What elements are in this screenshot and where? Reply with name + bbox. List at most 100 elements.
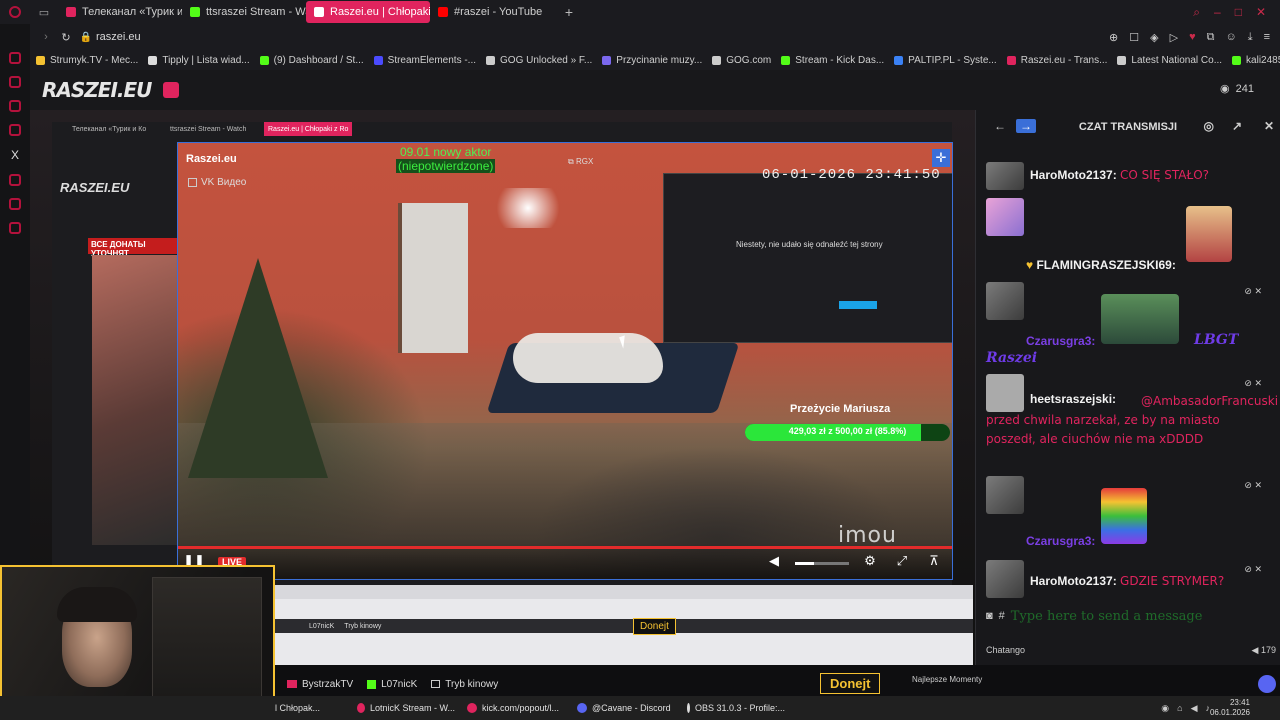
maximize-icon[interactable]: □ [1235, 5, 1242, 20]
message-actions-icon[interactable]: ⊘ ✕ [1244, 480, 1262, 491]
network-icon[interactable]: ⌂ [1177, 703, 1182, 714]
site-logo[interactable]: RASZEI.EU [42, 78, 152, 102]
profile-icon[interactable]: ☺ [1225, 31, 1236, 44]
bookmark-icon[interactable]: ☐ [1129, 31, 1139, 44]
speaker-icon[interactable]: ◀ [1191, 703, 1198, 714]
heart-icon[interactable]: ♥ [1189, 31, 1196, 44]
shield-icon[interactable]: ◈ [1150, 31, 1158, 44]
bystrzaktv-link[interactable]: BystrzakTV [287, 679, 353, 690]
chat-username[interactable]: FLAMINGRASZEJSKI69: [1036, 258, 1175, 272]
video-player[interactable]: Niestety, nie udało się odnaleźć tej str… [177, 142, 953, 580]
bookmark-item[interactable]: Stream - Kick Das... [781, 55, 884, 66]
discord-widget-icon[interactable] [1258, 675, 1276, 693]
chrome-tray-icon[interactable]: ◉ [1161, 703, 1169, 714]
bookmark-item[interactable]: Latest National Co... [1117, 55, 1222, 66]
sidebar-panel-icon[interactable] [9, 124, 21, 136]
browser-menu-icon[interactable] [0, 6, 30, 18]
taskbar-item[interactable]: l Chłopak... [0, 703, 351, 713]
taskbar-clock[interactable]: 23:41 06.01.2026 [1210, 698, 1250, 718]
minimize-icon[interactable]: – [1214, 5, 1221, 20]
extensions-icon[interactable]: ⧉ [1207, 31, 1215, 44]
fullscreen-icon[interactable]: ⤢ [894, 553, 910, 569]
search-tabs-icon[interactable]: ⌕ [1193, 5, 1200, 20]
discord-icon[interactable]: ◎ [1204, 119, 1214, 133]
browser-tab-4[interactable]: #raszei - YouTube [430, 1, 554, 23]
overlay-announcement-line2: (niepotwierdzone) [396, 159, 496, 173]
dock-icon[interactable]: ⊼ [926, 553, 942, 569]
sidebar-panel-icon[interactable] [9, 198, 21, 210]
sidebar-panel-icon[interactable] [9, 174, 21, 186]
chat-username[interactable]: Czarusgra3: [1026, 534, 1095, 548]
camera-icon[interactable]: ◙ [986, 610, 993, 622]
chat-emote [1186, 206, 1232, 262]
volume-icon[interactable]: ◀ [766, 553, 782, 569]
sidebar-panel-icon[interactable] [9, 100, 21, 112]
x-twitter-icon[interactable]: X [11, 148, 19, 162]
close-window-icon[interactable]: ✕ [1256, 5, 1266, 20]
eye-icon: ◉ [1220, 83, 1230, 95]
chat-forward-icon[interactable]: → [1016, 119, 1036, 133]
najlepsze-momenty-button[interactable]: Najlepsze Momenty [912, 675, 982, 684]
bookmark-item[interactable]: GOG.com [712, 55, 771, 66]
reload-icon[interactable]: ↻ [56, 31, 76, 44]
bookmark-label: Stream - Kick Das... [795, 54, 885, 66]
move-handle-icon[interactable]: ✛ [932, 149, 950, 167]
hashtag-icon[interactable]: # [999, 610, 1005, 622]
donejt-button[interactable]: Donejt [820, 673, 881, 694]
url-field[interactable]: raszei.eu [96, 31, 996, 43]
settings-icon[interactable]: ≡ [1264, 31, 1270, 44]
taskbar-item[interactable]: LotnicK Stream - W... [351, 703, 461, 713]
sidebar-panel-icon[interactable] [9, 76, 21, 88]
bookmark-item[interactable]: (9) Dashboard / St... [259, 55, 364, 66]
gift-icon[interactable] [163, 82, 180, 98]
browser-tab-2[interactable]: ttsraszei Stream - Watch L [182, 1, 306, 23]
message-actions-icon[interactable]: ⊘ ✕ [1244, 564, 1262, 575]
seek-bar[interactable] [178, 546, 952, 549]
browser-tab-1[interactable]: Телеканал «Турик и Кон [58, 1, 182, 23]
bookmark-item[interactable]: Tipply | Lista wiad... [148, 55, 250, 66]
chat-close-icon[interactable]: ✕ [1264, 119, 1274, 133]
tab-overview-icon[interactable]: ▭ [30, 6, 58, 19]
bookmark-item[interactable]: Strumyk.TV - Mec... [36, 55, 138, 66]
bookmark-item[interactable]: PALTIP.PL - Syste... [894, 55, 997, 66]
chat-username[interactable]: HaroMoto2137: [1030, 574, 1117, 588]
nested-logo: RASZEI.EU [60, 180, 130, 195]
chat-emote [1101, 488, 1147, 544]
taskbar-item[interactable]: @Cavane - Discord [571, 703, 681, 713]
bookmark-item[interactable]: Raszei.eu - Trans... [1006, 55, 1107, 66]
chatango-label[interactable]: Chatango [986, 645, 1025, 656]
play-icon[interactable]: ▷ [1170, 31, 1178, 44]
bookmark-item[interactable]: Przycinanie muzy... [602, 55, 702, 66]
taskbar-item[interactable]: kick.com/popout/l... [461, 703, 571, 713]
taskbar-item[interactable]: OBS 31.0.3 - Profile:... [681, 703, 791, 713]
message-actions-icon[interactable]: ⊘ ✕ [1244, 378, 1262, 389]
bookmark-item[interactable]: StreamElements -... [373, 55, 476, 66]
forward-icon[interactable]: › [36, 31, 56, 43]
bookmark-favicon-icon [894, 55, 904, 65]
download-icon[interactable]: ⤓ [1248, 31, 1253, 44]
popout-icon[interactable]: ↗ [1232, 119, 1242, 133]
chat-back-icon[interactable]: ← [994, 119, 1006, 133]
bookmark-item[interactable]: GOG Unlocked » F... [486, 55, 592, 66]
sidebar-panel-icon[interactable] [9, 222, 21, 234]
chat-input[interactable]: ◙ # Type here to send a message [986, 605, 1276, 627]
mute-icon[interactable]: ◀ [1252, 645, 1261, 655]
overlay-announcement-line1: 09.01 nowy aktor [400, 145, 492, 159]
settings-gear-icon[interactable]: ⚙ [862, 553, 878, 569]
clock-time: 23:41 [1229, 698, 1250, 707]
tryb-kinowy-button[interactable]: Tryb kinowy [431, 679, 498, 690]
overlay-announcement: 09.01 nowy aktor (niepotwierdzone) [396, 145, 496, 173]
message-actions-icon[interactable]: ⊘ ✕ [1244, 286, 1262, 297]
bookmark-item[interactable]: kali24853 [1232, 55, 1280, 66]
chat-message: HaroMoto2137: CO SIĘ STAŁO? [986, 162, 1276, 192]
new-tab-button[interactable]: + [554, 4, 584, 20]
chat-username[interactable]: HaroMoto2137: [1030, 168, 1117, 182]
taskbar-item-label: LotnicK Stream - W... [369, 703, 455, 713]
volume-slider[interactable] [795, 562, 849, 565]
chat-username[interactable]: Czarusgra3: [1026, 334, 1095, 348]
browser-tab-3[interactable]: Raszei.eu | Chłopaki z [306, 1, 430, 23]
sidebar-panel-icon[interactable] [9, 52, 21, 64]
pip-icon[interactable]: ⧉ [568, 157, 576, 166]
zoom-icon[interactable]: ⊕ [1109, 31, 1118, 44]
lotnick-link[interactable]: L07nicK [367, 679, 417, 690]
